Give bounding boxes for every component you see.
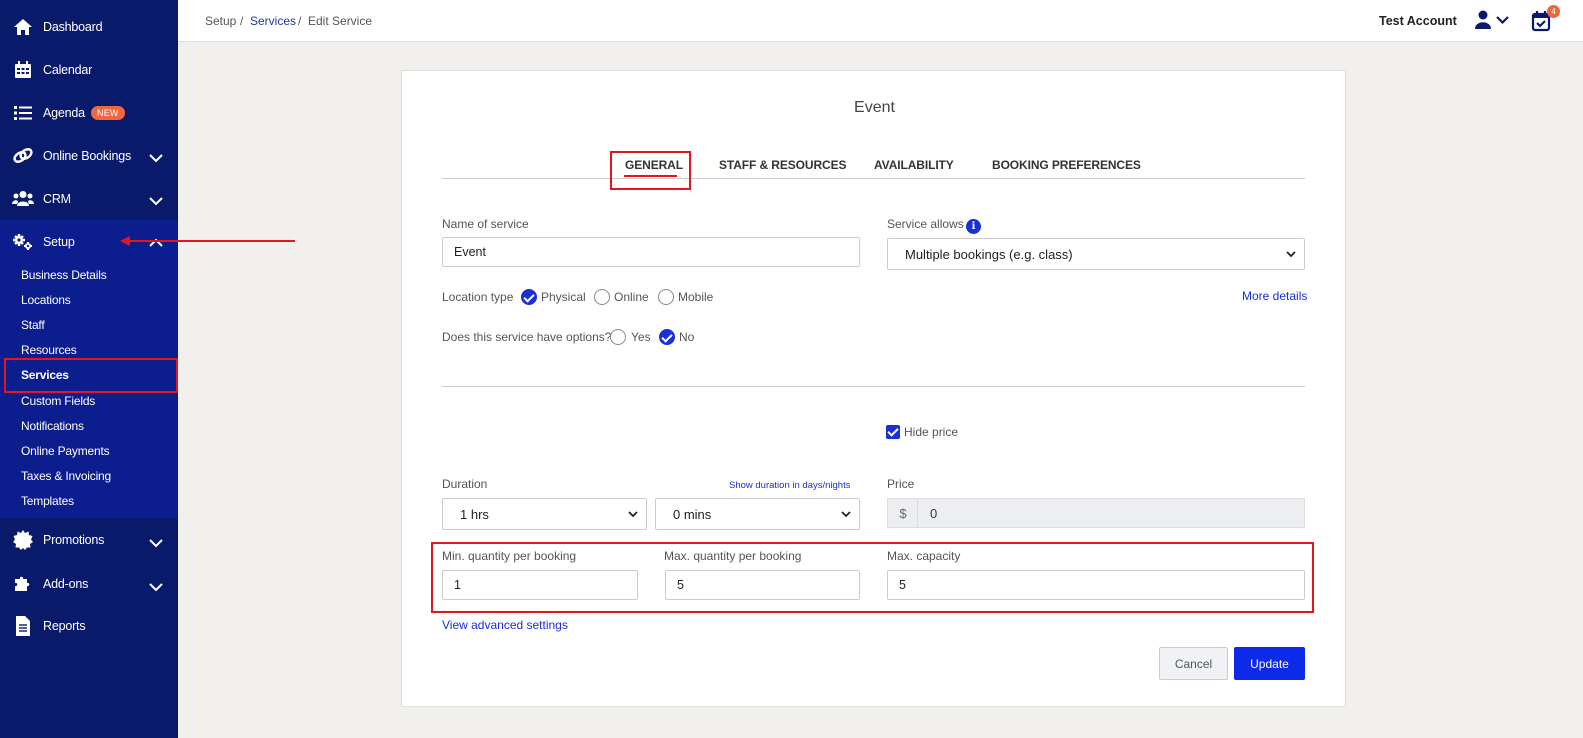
chevron-up-icon[interactable] bbox=[148, 235, 164, 251]
options-no-radio[interactable] bbox=[659, 329, 675, 345]
hide-price-checkbox[interactable] bbox=[886, 425, 900, 439]
service-allows-select[interactable]: Multiple bookings (e.g. class) bbox=[887, 238, 1305, 270]
list-icon bbox=[12, 103, 34, 123]
sidebar-subitem-taxes-invoicing[interactable]: Taxes & Invoicing bbox=[21, 469, 111, 483]
location-mobile-label: Mobile bbox=[678, 290, 714, 304]
chevron-down-icon bbox=[628, 511, 638, 518]
puzzle-icon bbox=[12, 574, 34, 594]
show-duration-days-link[interactable]: Show duration in days/nights bbox=[729, 480, 850, 491]
duration-hours-select[interactable]: 1 hrs bbox=[442, 498, 647, 530]
tab-staff-resources[interactable]: STAFF & RESOURCES bbox=[719, 158, 847, 172]
sidebar-subitem-online-payments[interactable]: Online Payments bbox=[21, 444, 110, 458]
chevron-down-icon bbox=[1286, 251, 1296, 258]
duration-mins-value: 0 mins bbox=[673, 506, 712, 522]
badge-icon bbox=[12, 530, 34, 550]
sidebar-item-setup[interactable]: Setup bbox=[0, 222, 178, 262]
price-currency-prefix: $ bbox=[887, 498, 918, 528]
tab-booking-preferences[interactable]: BOOKING PREFERENCES bbox=[992, 158, 1141, 172]
chevron-down-icon[interactable] bbox=[148, 193, 164, 209]
sidebar-item-calendar[interactable]: Calendar bbox=[0, 50, 178, 90]
highlight-box-quantities bbox=[431, 542, 1314, 613]
edit-service-card: Event GENERAL STAFF & RESOURCES AVAILABI… bbox=[401, 70, 1346, 707]
breadcrumb-edit-service: Edit Service bbox=[308, 14, 373, 28]
link-icon bbox=[12, 146, 34, 166]
sidebar-subitem-resources[interactable]: Resources bbox=[21, 343, 77, 357]
sidebar-item-label: Reports bbox=[43, 619, 86, 633]
sidebar-item-label: Online Bookings bbox=[43, 149, 132, 163]
duration-hours-value: 1 hrs bbox=[460, 506, 489, 522]
breadcrumb-setup[interactable]: Setup bbox=[205, 14, 236, 28]
highlight-box-general-tab bbox=[610, 151, 691, 190]
users-icon bbox=[12, 189, 34, 209]
options-yes-label: Yes bbox=[631, 330, 651, 344]
service-allows-value: Multiple bookings (e.g. class) bbox=[905, 246, 1073, 262]
price-label: Price bbox=[887, 477, 915, 491]
cancel-button[interactable]: Cancel bbox=[1159, 647, 1228, 680]
sidebar-item-label: Setup bbox=[43, 235, 75, 249]
breadcrumb-services[interactable]: Services bbox=[250, 14, 296, 28]
file-icon bbox=[12, 616, 34, 636]
more-details-link[interactable]: More details bbox=[1242, 289, 1307, 303]
duration-mins-select[interactable]: 0 mins bbox=[655, 498, 860, 530]
page-title: Event bbox=[854, 99, 895, 116]
chevron-down-icon bbox=[841, 511, 851, 518]
section-divider bbox=[442, 386, 1305, 387]
sidebar-item-online-bookings[interactable]: Online Bookings bbox=[0, 136, 178, 176]
sidebar-item-label: Add-ons bbox=[43, 577, 89, 591]
location-physical-radio[interactable] bbox=[521, 289, 537, 305]
sidebar-item-crm[interactable]: CRM bbox=[0, 179, 178, 219]
name-of-service-input[interactable]: Event bbox=[442, 237, 860, 267]
sidebar-item-promotions[interactable]: Promotions bbox=[0, 520, 178, 560]
calendar-icon bbox=[12, 60, 34, 80]
sidebar-subitem-notifications[interactable]: Notifications bbox=[21, 419, 84, 433]
info-icon[interactable]: i bbox=[966, 219, 981, 234]
options-yes-radio[interactable] bbox=[610, 329, 626, 345]
user-menu-icon[interactable] bbox=[1475, 10, 1511, 30]
location-physical-label: Physical bbox=[541, 290, 586, 304]
chevron-down-icon[interactable] bbox=[148, 579, 164, 595]
highlight-box-services bbox=[4, 358, 178, 393]
home-icon bbox=[12, 17, 34, 37]
breadcrumb-separator: / bbox=[240, 14, 244, 28]
tab-availability[interactable]: AVAILABILITY bbox=[874, 158, 954, 172]
sidebar-subitem-custom-fields[interactable]: Custom Fields bbox=[21, 394, 95, 408]
sidebar-item-label: CRM bbox=[43, 192, 71, 206]
chevron-down-icon[interactable] bbox=[148, 150, 164, 166]
sidebar-subitem-staff[interactable]: Staff bbox=[21, 318, 45, 332]
sidebar-item-reports[interactable]: Reports bbox=[0, 606, 178, 646]
duration-label: Duration bbox=[442, 477, 488, 491]
sidebar-item-add-ons[interactable]: Add-ons bbox=[0, 564, 178, 604]
sidebar-item-label: Dashboard bbox=[43, 20, 103, 34]
sidebar-subitem-templates[interactable]: Templates bbox=[21, 494, 74, 508]
gears-icon bbox=[12, 232, 34, 252]
sidebar-item-label: Calendar bbox=[43, 63, 93, 77]
notification-count-badge: 4 bbox=[1547, 5, 1560, 18]
chevron-down-icon[interactable] bbox=[148, 535, 164, 551]
sidebar-item-label: Promotions bbox=[43, 533, 105, 547]
hide-price-label: Hide price bbox=[904, 425, 959, 439]
sidebar-item-label: Agenda bbox=[43, 106, 85, 120]
new-badge: NEW bbox=[91, 106, 125, 120]
location-type-label: Location type bbox=[442, 290, 514, 304]
name-of-service-label: Name of service bbox=[442, 217, 529, 231]
service-allows-label: Service allows bbox=[887, 217, 964, 231]
options-no-label: No bbox=[679, 330, 695, 344]
sidebar-item-agenda[interactable]: Agenda NEW bbox=[0, 93, 178, 133]
sidebar-subitem-locations[interactable]: Locations bbox=[21, 293, 71, 307]
sidebar-item-dashboard[interactable]: Dashboard bbox=[0, 7, 178, 47]
price-input: 0 bbox=[917, 498, 1305, 528]
location-online-radio[interactable] bbox=[594, 289, 610, 305]
update-button[interactable]: Update bbox=[1234, 647, 1305, 680]
tabs-divider bbox=[442, 178, 1305, 179]
annotation-arrow-head bbox=[120, 236, 130, 246]
topbar: Setup / Services / Edit Service Test Acc… bbox=[178, 0, 1583, 42]
view-advanced-settings-link[interactable]: View advanced settings bbox=[442, 618, 568, 632]
account-name[interactable]: Test Account bbox=[1379, 14, 1457, 28]
annotation-arrow bbox=[128, 240, 295, 242]
breadcrumb-separator: / bbox=[298, 14, 302, 28]
sidebar-subitem-business-details[interactable]: Business Details bbox=[21, 268, 107, 282]
location-mobile-radio[interactable] bbox=[658, 289, 674, 305]
location-online-label: Online bbox=[614, 290, 649, 304]
service-options-label: Does this service have options? bbox=[442, 330, 612, 344]
